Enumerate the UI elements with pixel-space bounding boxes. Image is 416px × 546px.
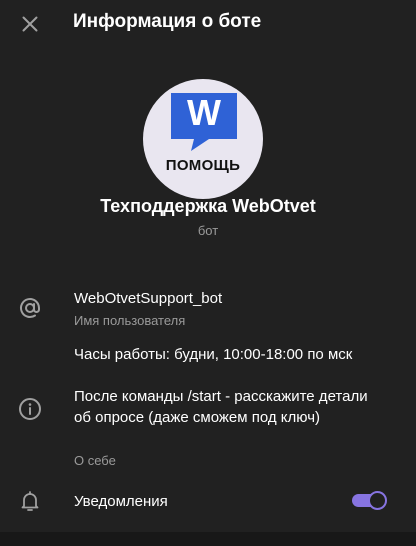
- info-icon: [18, 397, 42, 421]
- bell-icon: [18, 489, 42, 513]
- notifications-label: Уведомления: [74, 493, 168, 510]
- avatar-caption: ПОМОЩЬ: [165, 157, 241, 174]
- username-label: Имя пользователя: [74, 313, 186, 328]
- page-title: Информация о боте: [73, 11, 262, 32]
- avatar[interactable]: W ПОМОЩЬ: [143, 79, 263, 199]
- bot-info-panel: Информация о боте W ПОМОЩЬ Техподдержка …: [0, 0, 416, 532]
- header: Информация о боте: [0, 0, 416, 48]
- close-icon: [22, 16, 38, 32]
- working-hours-text: Часы работы: будни, 10:00-18:00 по мск: [74, 346, 353, 363]
- about-label: О себе: [74, 453, 116, 468]
- notifications-toggle[interactable]: [352, 489, 387, 511]
- username-value[interactable]: WebOtvetSupport_bot: [74, 288, 222, 309]
- bottom-edge: [0, 532, 416, 546]
- at-icon: [18, 296, 42, 320]
- close-button[interactable]: [16, 10, 44, 38]
- bot-type-label: бот: [197, 223, 219, 238]
- toggle-knob: [368, 491, 387, 510]
- logo-letter: W: [187, 92, 221, 133]
- bot-name: Техподдержка WebOtvet: [100, 196, 316, 216]
- about-text: После команды /start - расскажите детали…: [74, 388, 368, 426]
